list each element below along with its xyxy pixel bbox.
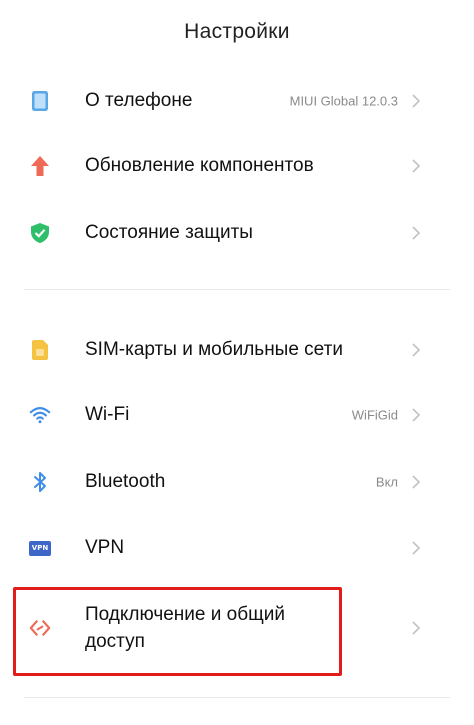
chevron-right-icon [412, 94, 421, 108]
settings-item-wifi[interactable]: Wi-Fi WiFiGid [0, 383, 474, 447]
vpn-icon-badge: VPN [31, 544, 49, 552]
bluetooth-icon [29, 471, 51, 493]
settings-item-vpn[interactable]: VPN VPN [0, 516, 474, 580]
page-title: Настройки [184, 20, 290, 43]
shield-check-icon [29, 222, 51, 244]
settings-item-value: Вкл [375, 474, 398, 490]
chevron-right-icon [412, 159, 421, 173]
settings-item-component-update[interactable]: Обновление компонентов [0, 134, 474, 198]
chevron-right-icon [412, 475, 421, 489]
settings-item-security-status[interactable]: Состояние защиты [0, 201, 474, 265]
phone-icon [29, 90, 51, 112]
chevron-right-icon [412, 408, 421, 422]
settings-item-label: Wi-Fi [85, 404, 130, 425]
wifi-icon [29, 404, 51, 426]
chevron-right-icon [412, 226, 421, 240]
section-divider [24, 289, 450, 290]
chevron-right-icon [412, 343, 421, 357]
chevron-right-icon [412, 541, 421, 555]
settings-item-sim-cards[interactable]: SIM-карты и мобильные сети [0, 318, 474, 382]
settings-item-label: Состояние защиты [85, 222, 253, 243]
settings-item-label: Обновление компонентов [85, 155, 314, 176]
settings-item-value: WiFiGid [351, 407, 398, 423]
settings-screen: Настройки О телефоне MIUI Global 12.0.3 … [0, 0, 474, 725]
chevron-right-icon [412, 621, 421, 635]
vpn-icon: VPN [29, 537, 51, 559]
highlight-frame [13, 587, 342, 676]
sim-card-icon [29, 339, 51, 361]
settings-item-value: MIUI Global 12.0.3 [289, 93, 398, 109]
arrow-up-icon [29, 155, 51, 177]
settings-item-bluetooth[interactable]: Bluetooth Вкл [0, 450, 474, 514]
settings-item-about-phone[interactable]: О телефоне MIUI Global 12.0.3 [0, 69, 474, 133]
settings-item-label: О телефоне [85, 90, 193, 111]
settings-item-label: SIM-карты и мобильные сети [85, 339, 343, 360]
settings-item-label: Bluetooth [85, 471, 166, 492]
section-divider [24, 697, 450, 698]
settings-item-label: VPN [85, 537, 125, 558]
